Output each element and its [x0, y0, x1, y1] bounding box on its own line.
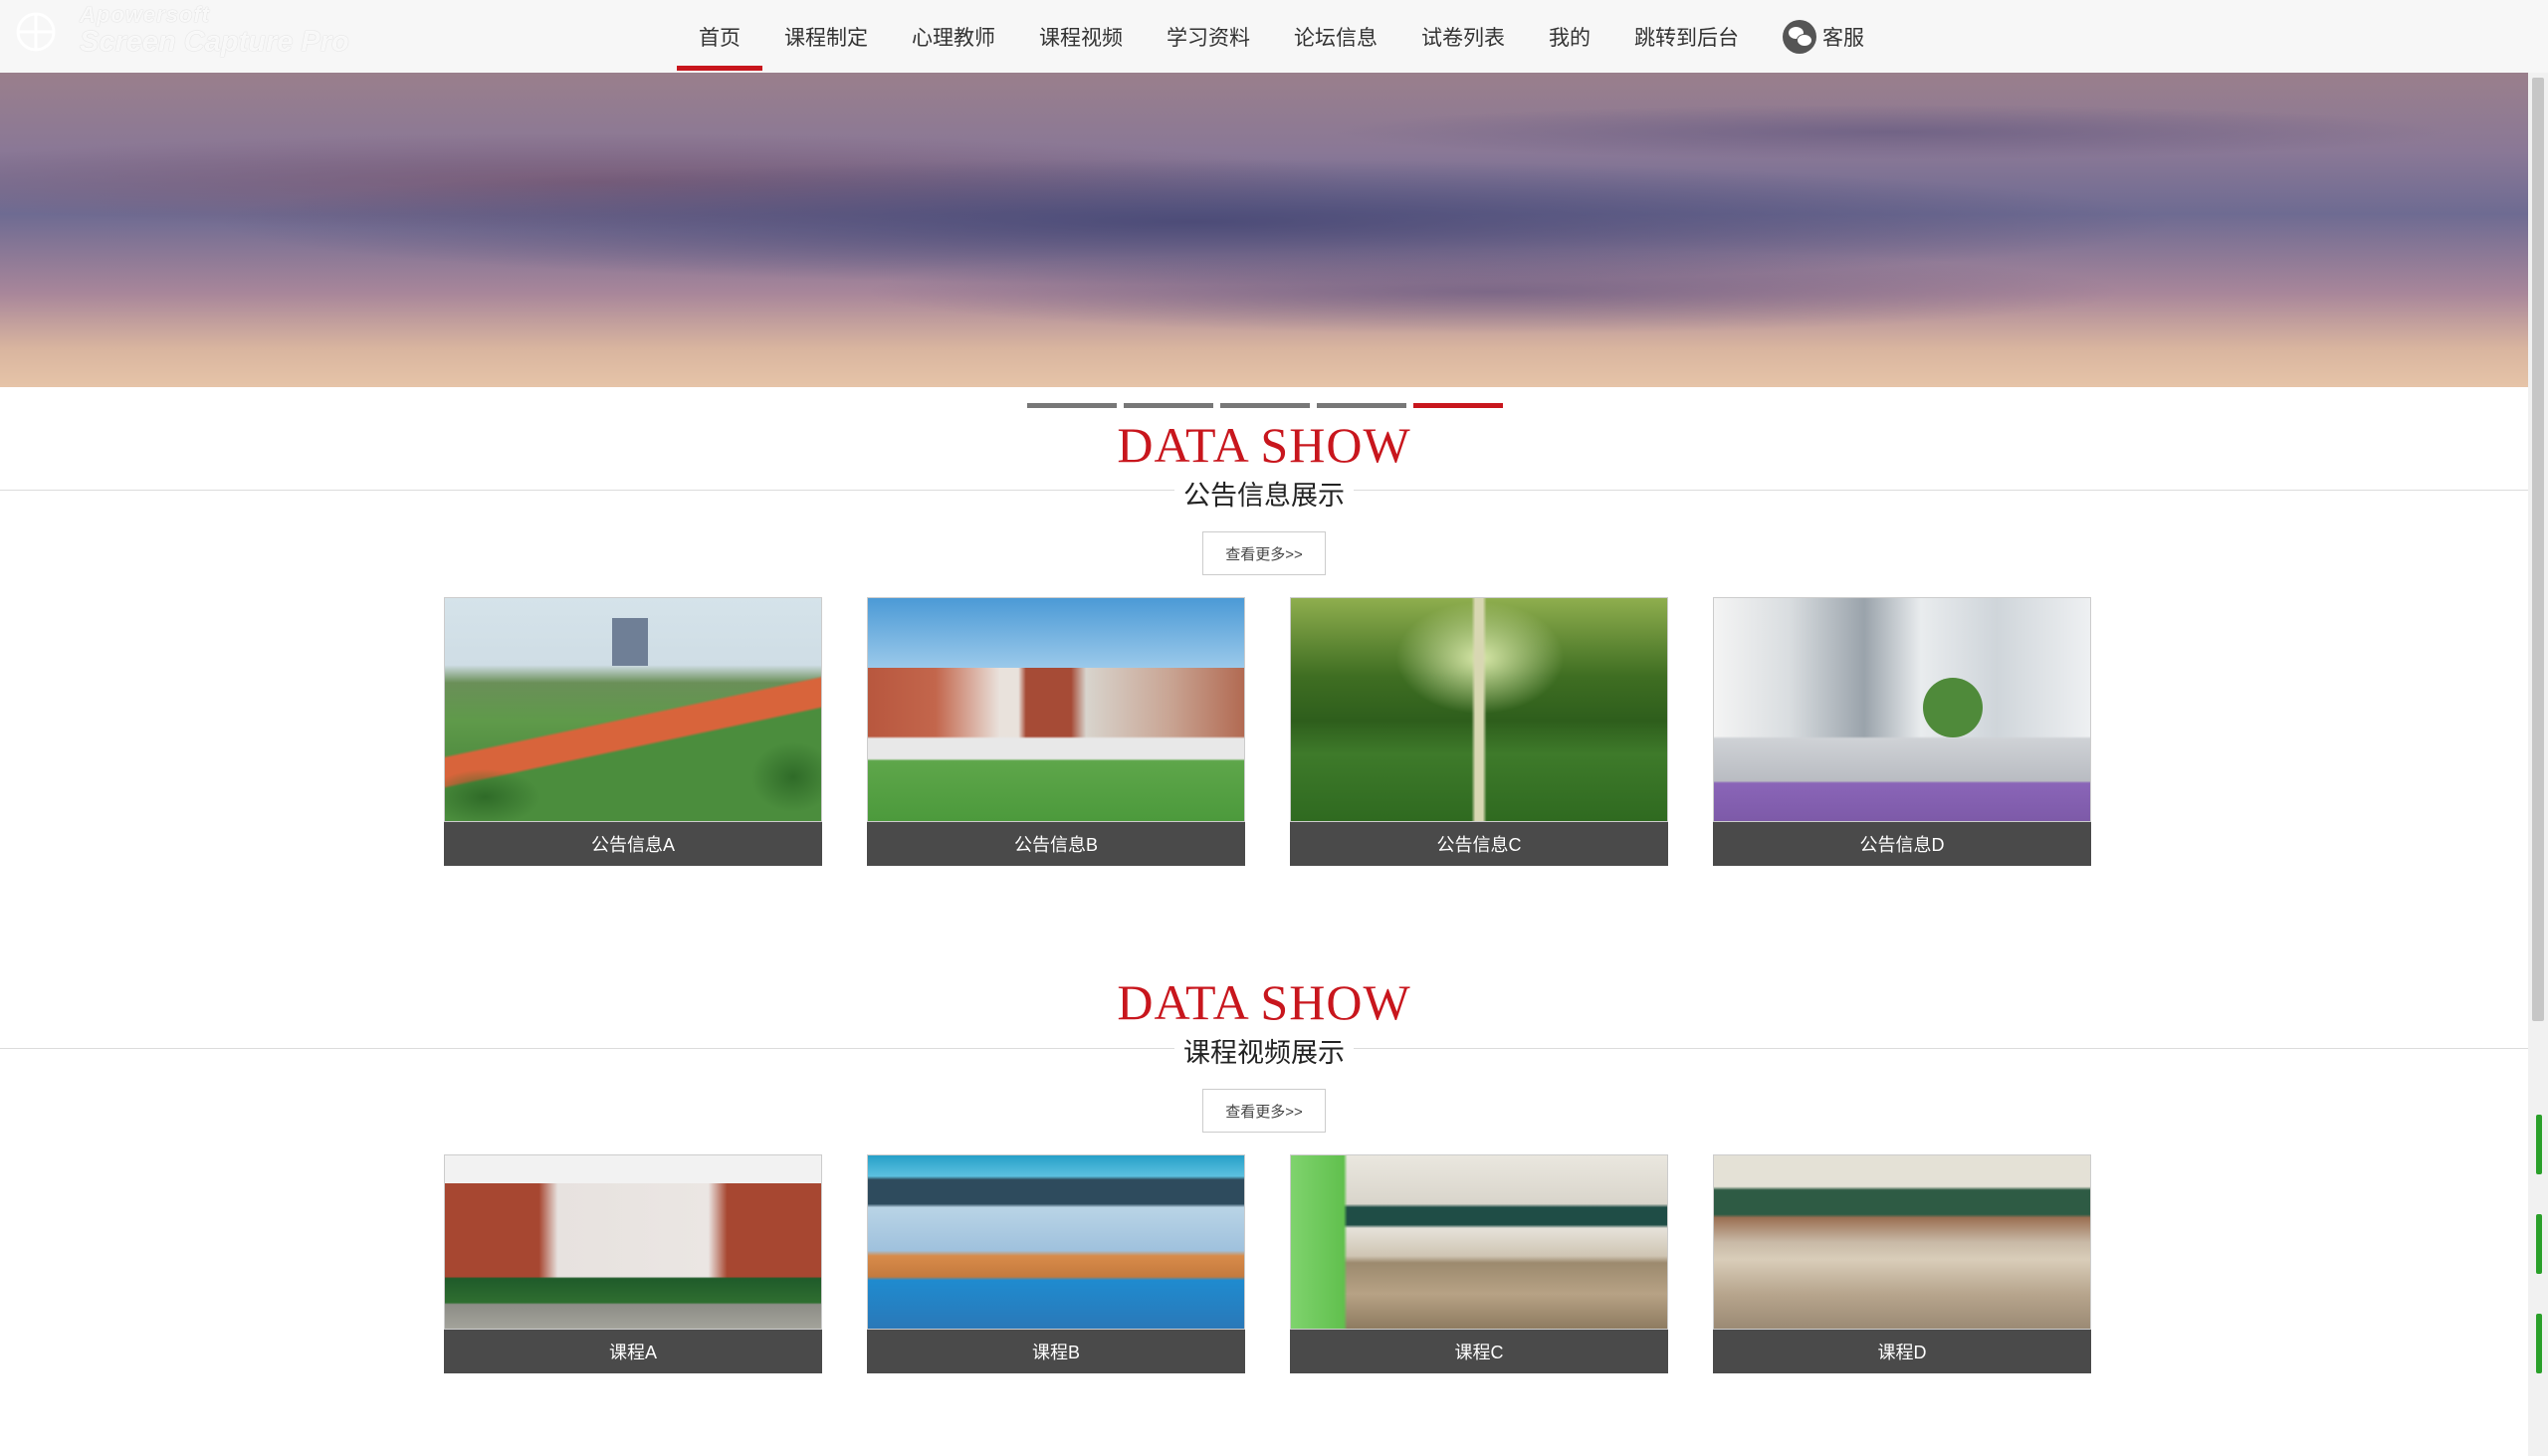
nav-item-admin[interactable]: 跳转到后台 [1612, 0, 1761, 73]
nav-item-label: 课程视频 [1039, 26, 1123, 50]
card-caption: 课程A [444, 1330, 822, 1373]
campus-building-image [867, 597, 1245, 822]
nav-item-label: 心理教师 [912, 26, 995, 50]
classroom-image [1713, 1154, 2091, 1330]
banner-dot-active[interactable] [1413, 403, 1503, 408]
camera-logo-icon [16, 12, 56, 52]
section-subtitle: 公告信息展示 [1174, 474, 1354, 513]
notice-card[interactable]: 公告信息B [867, 597, 1245, 866]
section-title: DATA SHOW [1117, 417, 1411, 473]
hero-banner [0, 73, 2528, 387]
view-more-button[interactable]: 查看更多>> [1202, 531, 1326, 575]
card-caption: 课程B [867, 1330, 1245, 1373]
card-caption: 课程D [1713, 1330, 2091, 1373]
wechat-icon [1783, 19, 1816, 54]
nav-item-course-plan[interactable]: 课程制定 [762, 0, 890, 73]
school-building-image [444, 1154, 822, 1330]
nav-item-label: 跳转到后台 [1634, 26, 1739, 50]
section-title: DATA SHOW [1117, 974, 1411, 1030]
nav-item-label: 试卷列表 [1421, 26, 1505, 50]
course-card[interactable]: 课程A [444, 1154, 822, 1373]
watermark-brand: Apowersoft [80, 2, 210, 27]
nav-item-label: 首页 [699, 26, 741, 50]
top-navbar: 首页 课程制定 心理教师 课程视频 学习资料 论坛信息 试卷列表 我的 跳转到后… [0, 0, 2548, 74]
view-more-button[interactable]: 查看更多>> [1202, 1089, 1326, 1133]
card-caption: 公告信息B [867, 822, 1245, 866]
notice-card[interactable]: 公告信息C [1290, 597, 1668, 866]
nav-item-label: 客服 [1822, 26, 1864, 50]
nav-item-materials[interactable]: 学习资料 [1145, 0, 1272, 73]
nav-item-label: 我的 [1549, 26, 1591, 50]
screen-capture-watermark: Apowersoft Screen Capture Pro [8, 2, 349, 62]
scrollbar-thumb[interactable] [2532, 78, 2544, 1021]
nav-item-home[interactable]: 首页 [677, 0, 762, 73]
card-caption: 课程C [1290, 1330, 1668, 1373]
section-subtitle: 课程视频展示 [1174, 1031, 1354, 1070]
nav-item-label: 学习资料 [1167, 26, 1250, 50]
banner-dot[interactable] [1220, 403, 1310, 408]
card-caption: 公告信息D [1713, 822, 2091, 866]
banner-dot[interactable] [1027, 403, 1117, 408]
nav-item-forum[interactable]: 论坛信息 [1272, 0, 1399, 73]
course-card[interactable]: 课程B [867, 1154, 1245, 1373]
nav-item-course-videos[interactable]: 课程视频 [1017, 0, 1145, 73]
card-caption: 公告信息C [1290, 822, 1668, 866]
notice-card-list: 公告信息A 公告信息B 公告信息C 公告信息D [444, 597, 2091, 866]
nav-item-label: 论坛信息 [1294, 26, 1378, 50]
watermark-product: Screen Capture Pro [80, 26, 349, 58]
nav-item-teachers[interactable]: 心理教师 [890, 0, 1017, 73]
classroom-image [1290, 1154, 1668, 1330]
banner-dot[interactable] [1317, 403, 1406, 408]
tree-path-image [1290, 597, 1668, 822]
notice-card[interactable]: 公告信息D [1713, 597, 2091, 866]
banner-dot[interactable] [1124, 403, 1213, 408]
campus-track-image [444, 597, 822, 822]
card-caption: 公告信息A [444, 822, 822, 866]
classroom-image [867, 1154, 1245, 1330]
courtyard-image [1713, 597, 2091, 822]
course-card-list: 课程A 课程B 课程C 课程D [444, 1154, 2091, 1373]
course-card[interactable]: 课程D [1713, 1154, 2091, 1373]
notice-card[interactable]: 公告信息A [444, 597, 822, 866]
nav-item-exams[interactable]: 试卷列表 [1399, 0, 1527, 73]
scrollbar-markers [2536, 1115, 2542, 1393]
banner-pagination [1027, 403, 1503, 408]
nav-item-label: 课程制定 [784, 26, 868, 50]
nav-item-service[interactable]: 客服 [1761, 0, 1886, 73]
course-card[interactable]: 课程C [1290, 1154, 1668, 1373]
nav-menu: 首页 课程制定 心理教师 课程视频 学习资料 论坛信息 试卷列表 我的 跳转到后… [677, 0, 1886, 73]
nav-item-mine[interactable]: 我的 [1527, 0, 1612, 73]
